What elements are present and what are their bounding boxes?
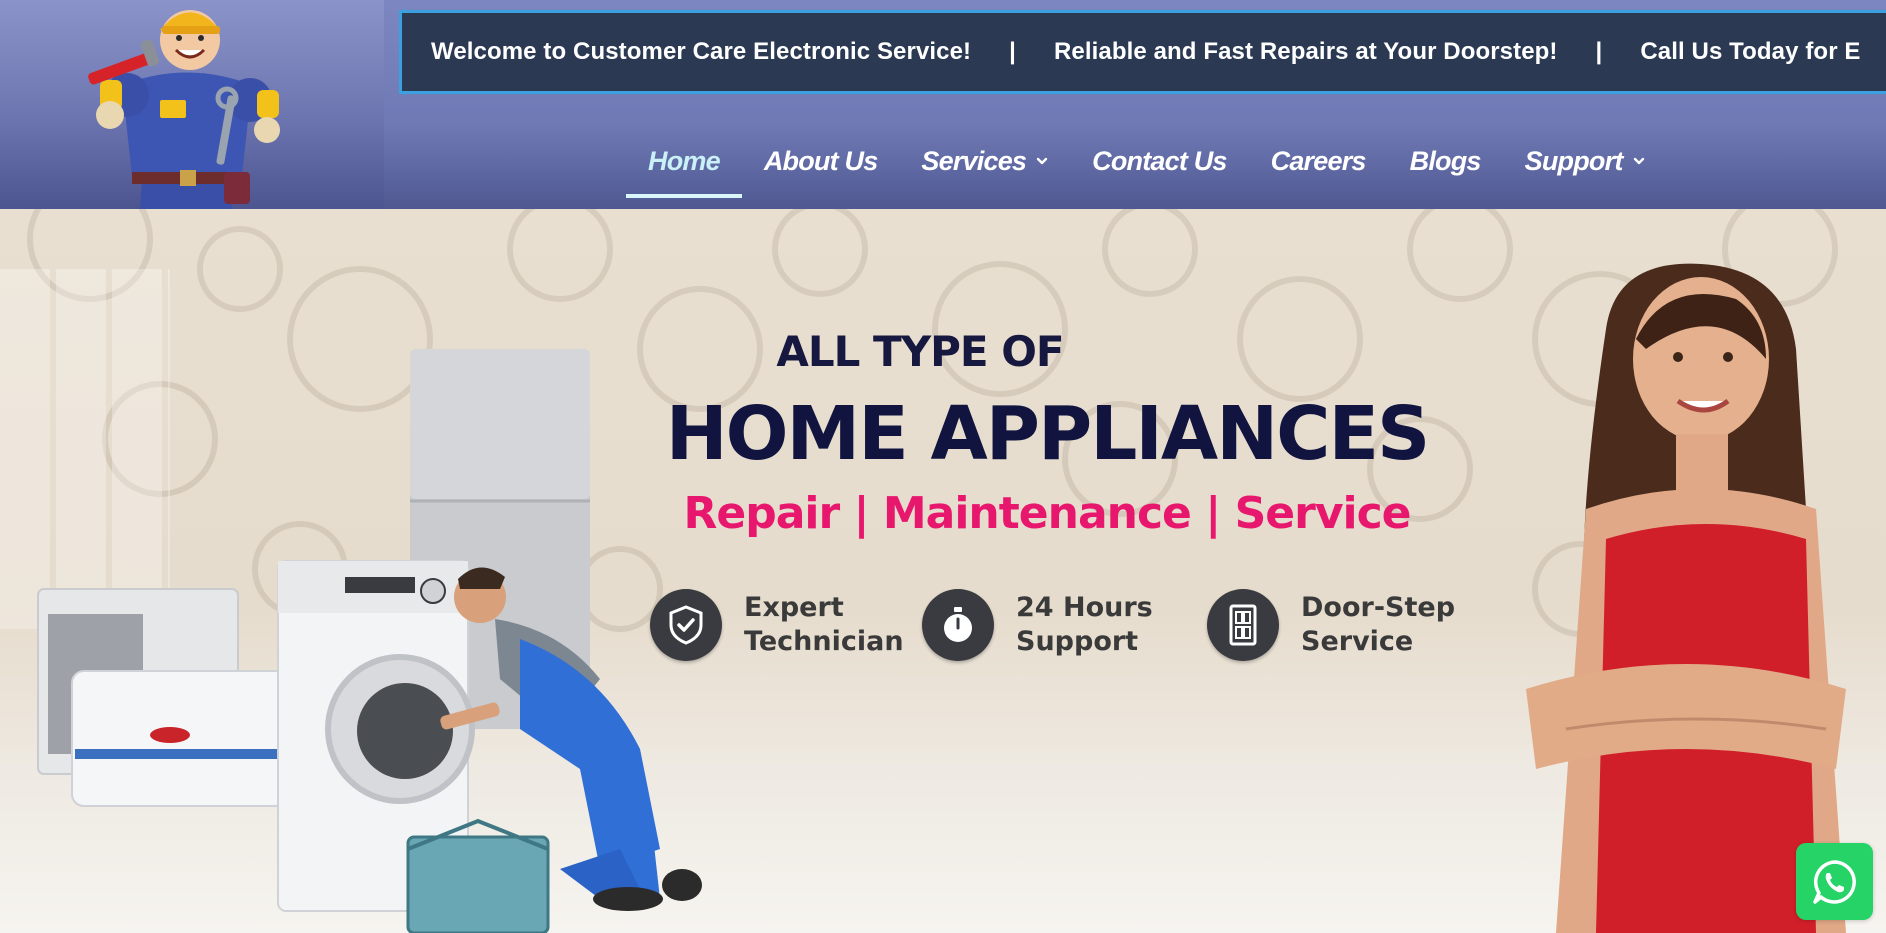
chevron-down-icon [1633,155,1645,167]
hero-heading: HOME APPLIANCES [665,391,1431,477]
plumber-mascot-logo[interactable] [82,0,302,209]
hero-banner: ALL TYPE OF HOME APPLIANCES Repair | Mai… [0,209,1886,933]
nav-item-label: Contact Us [1092,145,1227,176]
announcement-ticker: Welcome to Customer Care Electronic Serv… [399,10,1886,94]
site-header: Welcome to Customer Care Electronic Serv… [0,0,1886,209]
whatsapp-chat-button[interactable] [1796,843,1873,920]
nav-item-label: Home [648,145,721,176]
nav-item-support[interactable]: Support [1503,136,1667,186]
nav-item-services[interactable]: Services [899,136,1070,186]
feature-label: Expert Technician [744,591,904,659]
feature-24-hours-support: 24 Hours Support [922,589,1153,661]
nav-item-label: Blogs [1409,145,1482,176]
shield-check-icon [650,589,722,661]
feature-label-line: Support [1016,626,1139,657]
ticker-message: Call Us Today for E [1640,38,1861,65]
feature-label: 24 Hours Support [1016,591,1153,659]
nav-item-label: Support [1524,145,1624,176]
ticker-track: Welcome to Customer Care Electronic Serv… [431,13,1886,91]
nav-item-label: Careers [1270,145,1367,176]
ticker-message: Reliable and Fast Repairs at Your Doorst… [1053,38,1558,65]
feature-door-step-service: Door-Step Service [1207,589,1455,661]
ticker-separator: | [1009,38,1016,65]
main-navigation: Home About Us Services Contact Us Career… [384,104,1886,209]
door-icon [1207,589,1279,661]
ticker-separator: | [1595,38,1603,65]
feature-label-line: Expert [744,592,844,623]
nav-item-about-us[interactable]: About Us [742,136,900,186]
feature-label-line: Door-Step [1301,592,1456,623]
nav-item-blogs[interactable]: Blogs [1388,136,1503,186]
nav-list: Home About Us Services Contact Us Career… [626,136,1667,198]
hero-heading-small: ALL TYPE OF [776,327,1064,376]
nav-item-label: About Us [763,145,878,176]
feature-expert-technician: Expert Technician [650,589,904,661]
nav-item-label: Services [921,145,1027,176]
whatsapp-icon [1812,859,1856,904]
ticker-message: Welcome to Customer Care Electronic Serv… [431,38,972,65]
hero-text-block: ALL TYPE OF HOME APPLIANCES Repair | Mai… [600,209,1500,933]
feature-label-line: Service [1301,626,1414,657]
chevron-down-icon [1036,155,1048,167]
header-main: Welcome to Customer Care Electronic Serv… [384,0,1886,209]
feature-label-line: Technician [744,626,904,657]
feature-label: Door-Step Service [1301,591,1455,659]
hero-subheading: Repair | Maintenance | Service [683,488,1411,539]
customer-woman-image [1526,263,1846,933]
logo-panel[interactable] [0,0,384,209]
feature-label-line: 24 Hours [1016,592,1153,623]
nav-item-careers[interactable]: Careers [1249,136,1388,186]
nav-item-contact-us[interactable]: Contact Us [1070,136,1249,186]
nav-item-home[interactable]: Home [626,136,742,198]
stopwatch-icon [922,589,994,661]
